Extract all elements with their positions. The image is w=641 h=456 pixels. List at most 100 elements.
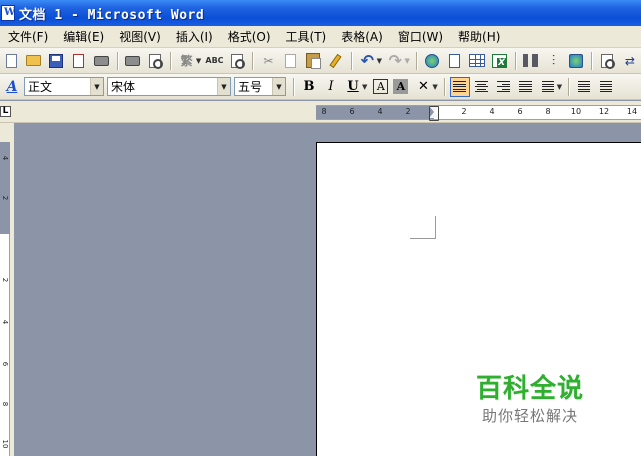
- chevron-down-icon[interactable]: ▼: [432, 83, 437, 91]
- horizontal-ruler[interactable]: 8 6 4 2 2 4 6 8 10 12 14: [316, 105, 641, 121]
- ruler-margin: [316, 106, 434, 119]
- align-distributed-icon: [519, 81, 533, 92]
- menu-insert[interactable]: 插入(I): [176, 28, 213, 45]
- chevron-down-icon[interactable]: ▼: [377, 57, 382, 65]
- menu-window[interactable]: 窗口(W): [398, 28, 443, 45]
- underline-button[interactable]: U: [343, 77, 363, 97]
- vertical-ruler[interactable]: 4 2 2 4 6 8 10: [0, 142, 10, 456]
- redo-button[interactable]: ↷: [386, 51, 405, 71]
- numbering-button[interactable]: [574, 77, 594, 97]
- chevron-down-icon[interactable]: ▼: [362, 83, 367, 91]
- menu-bar: 文件(F) 编辑(E) 视图(V) 插入(I) 格式(O) 工具(T) 表格(A…: [0, 26, 641, 48]
- spelling-button[interactable]: ABC: [205, 51, 224, 71]
- chevron-down-icon[interactable]: ▼: [404, 57, 409, 65]
- watermark-subtitle: 助你轻松解决: [482, 407, 579, 425]
- cut-button[interactable]: ✂: [259, 51, 278, 71]
- align-right-button[interactable]: [494, 77, 514, 97]
- drawing-button[interactable]: ⫶: [544, 51, 563, 71]
- hyperlink-globe-icon: [425, 53, 440, 68]
- columns-button[interactable]: [522, 51, 541, 71]
- italic-button[interactable]: I: [321, 77, 341, 97]
- justify-button[interactable]: [449, 76, 470, 97]
- paste-button[interactable]: [304, 51, 323, 71]
- ruler-tick: 2: [1, 277, 9, 283]
- standard-toolbar: 繁 ▼ ABC ✂ ↶ ▼ ↷ ▼ ⫶ ⇄: [0, 48, 641, 74]
- print-preview-button-2[interactable]: [146, 51, 165, 71]
- research-icon: [230, 53, 245, 69]
- save-button[interactable]: [47, 51, 66, 71]
- insert-excel-button[interactable]: [490, 51, 509, 71]
- indent-outline: [429, 106, 439, 121]
- font-size-value: 五号: [238, 80, 263, 94]
- ruler-tick: 6: [349, 107, 355, 116]
- more-button[interactable]: ⇄: [621, 51, 640, 71]
- toolbar-separator: [591, 51, 593, 70]
- format-painter-button[interactable]: [327, 51, 346, 71]
- line-spacing-icon: [541, 81, 554, 92]
- style-select[interactable]: 正文 ▼: [24, 77, 104, 96]
- undo-button[interactable]: ↶: [358, 51, 377, 71]
- copy-button[interactable]: [282, 51, 301, 71]
- indent-marker[interactable]: [429, 106, 439, 121]
- chevron-down-icon[interactable]: ▼: [272, 78, 285, 95]
- hyperlink-button[interactable]: [423, 51, 442, 71]
- font-select[interactable]: 宋体 ▼: [107, 77, 231, 96]
- open-button[interactable]: [25, 51, 44, 71]
- bullets-icon: [600, 81, 613, 92]
- copy-icon: [285, 53, 297, 68]
- menu-edit[interactable]: 编辑(E): [63, 28, 104, 45]
- bold-button[interactable]: B: [299, 77, 319, 97]
- line-spacing-button[interactable]: [538, 77, 558, 97]
- distributed-button[interactable]: [516, 77, 536, 97]
- menu-format[interactable]: 格式(O): [228, 28, 271, 45]
- document-map-icon: [568, 53, 583, 68]
- traditional-chinese-button[interactable]: 繁: [177, 51, 196, 71]
- styles-and-formatting-button[interactable]: A: [2, 77, 22, 97]
- character-shading-button[interactable]: A: [393, 79, 409, 94]
- toolbar-separator: [443, 77, 445, 96]
- printer-icon: [125, 55, 141, 66]
- menu-table[interactable]: 表格(A): [341, 28, 383, 45]
- print-preview-button[interactable]: [123, 51, 142, 71]
- research-button[interactable]: [228, 51, 247, 71]
- font-size-select[interactable]: 五号 ▼: [234, 77, 286, 96]
- reading-layout-icon: [601, 53, 616, 69]
- chevron-down-icon[interactable]: ▼: [557, 83, 562, 91]
- chevron-down-icon[interactable]: ▼: [196, 57, 201, 65]
- toolbar-separator: [514, 51, 516, 70]
- toolbar-separator: [568, 77, 570, 96]
- menu-help[interactable]: 帮助(H): [458, 28, 500, 45]
- show-hide-button[interactable]: [598, 51, 617, 71]
- permission-button[interactable]: [70, 51, 89, 71]
- toolbar-separator: [415, 51, 417, 70]
- ruler-tick: 2: [405, 107, 411, 116]
- tables-borders-button[interactable]: [445, 51, 464, 71]
- paste-icon: [306, 53, 322, 69]
- menu-tools[interactable]: 工具(T): [286, 28, 327, 45]
- chevron-down-icon[interactable]: ▼: [90, 78, 103, 95]
- ruler-tick: 4: [1, 319, 9, 325]
- bullets-button[interactable]: [596, 77, 616, 97]
- chevron-down-icon[interactable]: ▼: [217, 78, 230, 95]
- align-center-button[interactable]: [472, 77, 492, 97]
- align-right-icon: [497, 81, 511, 92]
- columns-icon: [523, 54, 539, 67]
- word-app-icon[interactable]: [1, 5, 15, 21]
- phonetic-guide-button[interactable]: ✕: [413, 77, 433, 97]
- ruler-tick: 8: [321, 107, 327, 116]
- ruler-tick: 8: [1, 401, 9, 407]
- print-button[interactable]: [92, 51, 111, 71]
- watermark: 百科全说 助你轻松解决: [476, 368, 584, 426]
- toolbar-separator: [351, 51, 353, 70]
- character-border-button[interactable]: A: [373, 79, 389, 94]
- menu-view[interactable]: 视图(V): [119, 28, 161, 45]
- window-title: 文档 1 - Microsoft Word: [19, 7, 205, 23]
- font-value: 宋体: [111, 80, 136, 94]
- insert-table-button[interactable]: [468, 51, 487, 71]
- toolbar-separator: [252, 51, 254, 70]
- text-boundary-corner: [410, 216, 436, 239]
- document-map-button[interactable]: [567, 51, 586, 71]
- new-document-button[interactable]: [2, 51, 21, 71]
- tab-selector[interactable]: L: [0, 106, 11, 117]
- menu-file[interactable]: 文件(F): [8, 28, 48, 45]
